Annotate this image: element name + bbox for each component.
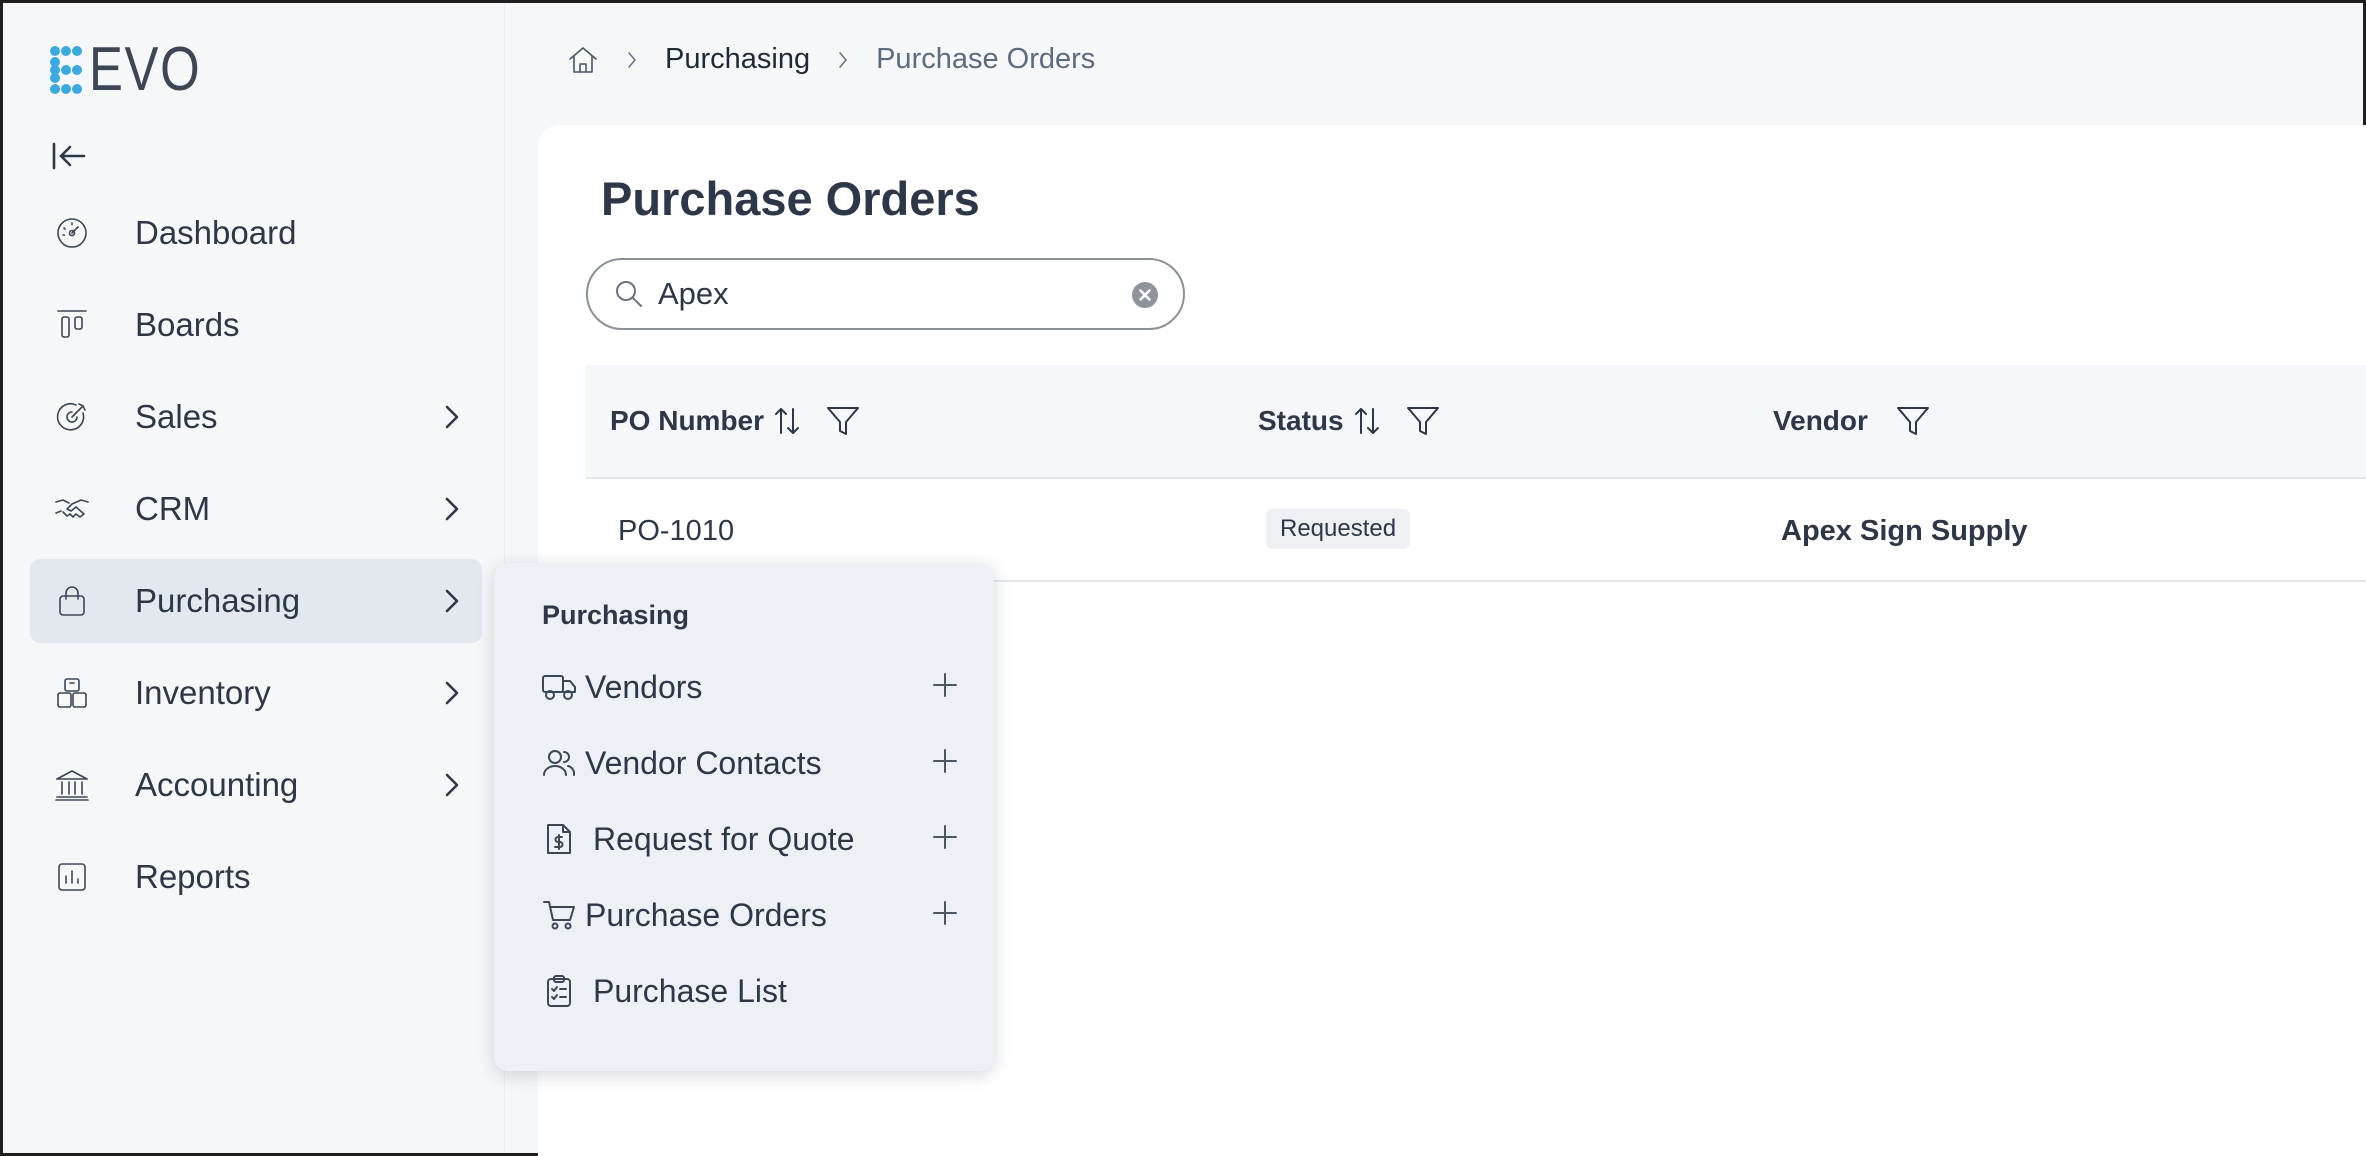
breadcrumb-item-purchasing[interactable]: Purchasing <box>665 43 810 76</box>
column-header-status[interactable]: Status <box>1258 405 1440 437</box>
boards-kanban-icon <box>52 308 92 342</box>
top-bar: Purchasing Purchase Orders <box>505 3 2363 123</box>
collapse-left-icon <box>51 141 87 171</box>
users-icon <box>539 748 579 778</box>
flyout-title: Purchasing <box>542 600 690 630</box>
home-icon[interactable] <box>567 45 599 75</box>
flyout-item-request-for-quote[interactable]: Request for Quote <box>539 809 959 869</box>
column-header-po-number[interactable]: PO Number <box>610 405 860 437</box>
logo-text: EVO <box>89 35 202 104</box>
vendor-cell[interactable]: Apex Sign Supply <box>1781 515 2028 548</box>
chevron-right-icon <box>836 49 850 71</box>
flyout-item-label: Purchase List <box>593 972 787 1009</box>
page-title: Purchase Orders <box>601 172 980 225</box>
boxes-icon <box>52 676 92 710</box>
table-header: PO Number Status Vendor <box>586 365 2366 479</box>
target-icon <box>52 400 92 434</box>
sort-icon[interactable] <box>772 406 802 436</box>
add-vendor-plus-icon[interactable] <box>931 671 959 699</box>
cart-icon <box>539 899 579 931</box>
column-header-label: Status <box>1258 405 1344 436</box>
search-box[interactable] <box>586 258 1185 330</box>
sidebar-item-sales[interactable]: Sales <box>30 375 482 459</box>
sidebar-item-label: Boards <box>135 306 240 343</box>
chevron-right-icon <box>442 587 462 615</box>
bar-chart-icon <box>52 860 92 894</box>
sidebar-item-purchasing[interactable]: Purchasing <box>30 559 482 643</box>
sidebar-item-accounting[interactable]: Accounting <box>30 743 482 827</box>
bank-icon <box>52 768 92 802</box>
add-purchase-order-plus-icon[interactable] <box>931 899 959 927</box>
clipboard-list-icon <box>539 974 579 1008</box>
sidebar-nav: Dashboard Boards Sales CRM Purchasing In… <box>30 191 482 927</box>
sidebar-item-label: Dashboard <box>135 214 297 251</box>
column-header-label: PO Number <box>610 405 765 436</box>
flyout-item-purchase-orders[interactable]: Purchase Orders <box>539 885 959 945</box>
truck-icon <box>539 672 579 702</box>
sidebar-item-label: Purchasing <box>135 582 301 619</box>
chevron-right-icon <box>442 403 462 431</box>
purchase-orders-table: PO Number Status Vendor PO-1010 Requeste… <box>586 365 2366 582</box>
column-header-vendor[interactable]: Vendor <box>1773 405 1930 437</box>
add-vendor-contact-plus-icon[interactable] <box>931 747 959 775</box>
app-logo[interactable]: EVO <box>49 39 226 101</box>
sidebar-item-inventory[interactable]: Inventory <box>30 651 482 735</box>
handshake-icon <box>52 492 92 526</box>
sidebar-item-boards[interactable]: Boards <box>30 283 482 367</box>
flyout-item-label: Vendor Contacts <box>585 744 822 781</box>
po-number-cell[interactable]: PO-1010 <box>618 515 734 548</box>
sidebar-item-crm[interactable]: CRM <box>30 467 482 551</box>
column-header-label: Vendor <box>1773 405 1868 436</box>
filter-icon[interactable] <box>826 405 860 437</box>
logo-mark-icon <box>49 45 83 95</box>
chevron-right-icon <box>442 679 462 707</box>
sidebar-item-label: CRM <box>135 490 211 527</box>
collapse-sidebar-button[interactable] <box>51 136 91 176</box>
flyout-item-vendors[interactable]: Vendors <box>539 657 959 717</box>
filter-icon[interactable] <box>1896 405 1930 437</box>
filter-icon[interactable] <box>1406 405 1440 437</box>
search-icon <box>614 279 644 309</box>
flyout-item-label: Purchase Orders <box>585 896 827 933</box>
breadcrumb: Purchasing Purchase Orders <box>567 43 1095 76</box>
status-badge: Requested <box>1266 509 1411 549</box>
purchasing-flyout-menu: Purchasing Vendors Vendor Contacts Reque… <box>494 563 994 1071</box>
sidebar-item-reports[interactable]: Reports <box>30 835 482 919</box>
search-input[interactable] <box>658 276 1098 312</box>
invoice-dollar-icon <box>539 822 579 856</box>
sidebar-item-label: Accounting <box>135 766 299 803</box>
add-rfq-plus-icon[interactable] <box>931 823 959 851</box>
sidebar-item-dashboard[interactable]: Dashboard <box>30 191 482 275</box>
chevron-right-icon <box>442 771 462 799</box>
sidebar-item-label: Inventory <box>135 674 271 711</box>
flyout-item-purchase-list[interactable]: Purchase List <box>539 961 959 1021</box>
sidebar-item-label: Reports <box>135 858 251 895</box>
sidebar: EVO Dashboard Boards Sales CRM Purchasin… <box>3 3 505 1153</box>
chevron-right-icon <box>625 49 639 71</box>
breadcrumb-item-purchase-orders: Purchase Orders <box>876 43 1096 75</box>
chevron-right-icon <box>442 495 462 523</box>
clear-search-icon[interactable] <box>1131 281 1159 309</box>
sort-icon[interactable] <box>1352 406 1382 436</box>
sidebar-item-label: Sales <box>135 398 218 435</box>
flyout-item-label: Vendors <box>585 668 703 705</box>
dashboard-gauge-icon <box>52 216 92 250</box>
flyout-item-label: Request for Quote <box>593 820 855 857</box>
flyout-item-vendor-contacts[interactable]: Vendor Contacts <box>539 733 959 793</box>
shopping-bag-icon <box>52 584 92 618</box>
